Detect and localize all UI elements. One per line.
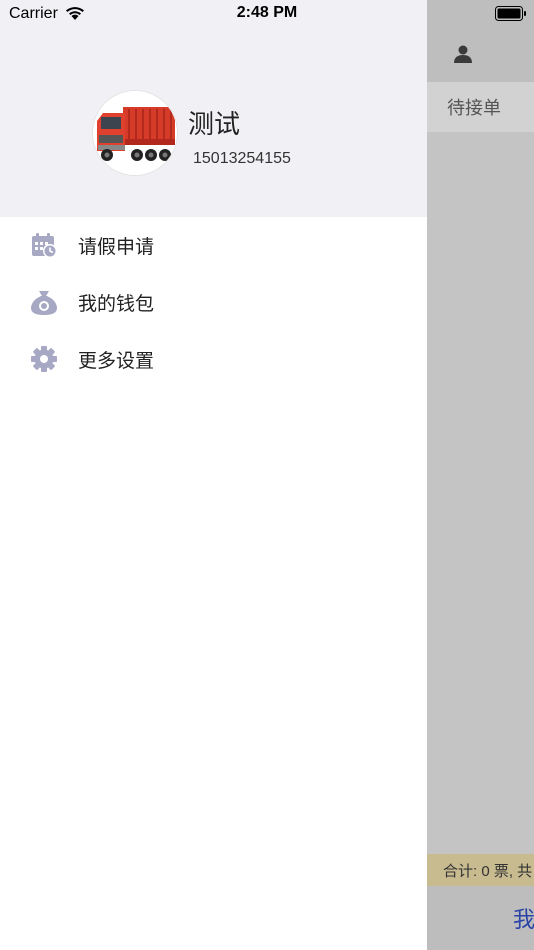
menu-item-more-settings[interactable]: 更多设置 bbox=[0, 331, 427, 387]
menu-item-my-wallet[interactable]: 我的钱包 bbox=[0, 274, 427, 330]
menu-label-more-settings: 更多设置 bbox=[78, 350, 155, 372]
clock: 2:48 PM bbox=[236, 4, 298, 21]
tab-pending-orders[interactable]: 待接单 bbox=[427, 82, 534, 132]
menu-label-leave-request: 请假申请 bbox=[78, 236, 155, 258]
bottom-button-text[interactable]: 我 bbox=[513, 902, 534, 934]
money-bag-icon bbox=[31, 291, 57, 315]
user-name: 测试 bbox=[188, 109, 241, 139]
summary-bar: 合计: 0 票, 共 bbox=[427, 854, 534, 886]
gear-icon bbox=[31, 346, 57, 372]
bottom-bar: 我 bbox=[427, 886, 534, 950]
menu-item-leave-request[interactable]: 请假申请 bbox=[0, 217, 427, 273]
side-drawer: 测试 15013254155 请假申请 我的钱包 更多设置 bbox=[0, 0, 427, 950]
person-icon[interactable] bbox=[453, 44, 473, 64]
avatar[interactable] bbox=[92, 90, 178, 176]
battery-icon bbox=[495, 6, 526, 21]
profile-header: 测试 15013254155 bbox=[0, 0, 427, 217]
status-bar: Carrier 2:48 PM bbox=[0, 0, 534, 28]
tab-label: 待接单 bbox=[447, 98, 501, 118]
user-phone: 15013254155 bbox=[193, 150, 291, 167]
calendar-clock-icon bbox=[32, 233, 57, 258]
main-page-overlay[interactable]: 待接单 合计: 0 票, 共 我 bbox=[427, 0, 534, 950]
menu-label-my-wallet: 我的钱包 bbox=[78, 293, 155, 315]
screen: 待接单 合计: 0 票, 共 我 测试 15013254155 请假申请 我的钱… bbox=[0, 0, 534, 950]
summary-text: 合计: 0 票, 共 bbox=[443, 862, 533, 880]
truck-avatar-icon bbox=[93, 91, 177, 175]
